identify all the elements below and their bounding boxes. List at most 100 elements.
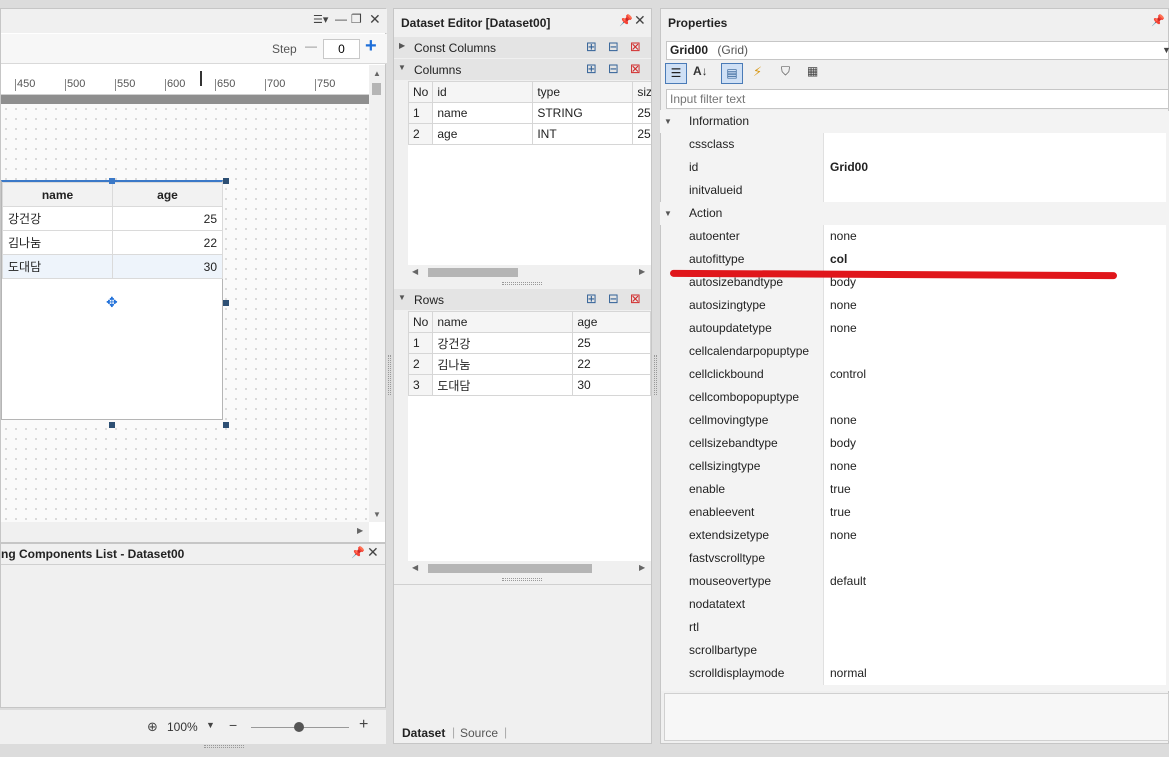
design-vertical-scrollbar[interactable]: ▲ ▼ [369, 65, 385, 522]
property-row[interactable]: cellsizingtype none [676, 455, 1166, 478]
close-icon[interactable]: ✕ [367, 544, 379, 561]
table-row[interactable]: 1 강건강 25 [408, 332, 651, 354]
scroll-up-icon[interactable]: ▲ [373, 69, 381, 78]
property-row[interactable]: nodatatext [676, 593, 1166, 616]
scroll-thumb[interactable] [428, 268, 518, 277]
col-header-id[interactable]: id [432, 81, 534, 103]
properties-view-icon[interactable]: ▤ [721, 63, 743, 84]
grid00-header-name[interactable]: name [2, 182, 113, 207]
cell-size[interactable]: 256 [632, 123, 651, 145]
selection-handle[interactable] [109, 422, 115, 428]
row-header-no[interactable]: No [408, 311, 434, 333]
scroll-thumb[interactable] [372, 83, 381, 95]
property-row[interactable]: initvalueid [676, 179, 1166, 202]
add-row-icon[interactable]: ⊞ [586, 39, 597, 55]
property-value[interactable]: none [824, 524, 1166, 547]
minimize-icon[interactable]: — [335, 12, 347, 26]
scroll-right-icon[interactable]: ▶ [639, 267, 645, 276]
property-value[interactable]: none [824, 294, 1166, 317]
property-value[interactable]: none [824, 455, 1166, 478]
property-value[interactable]: none [824, 409, 1166, 432]
move-handle-icon[interactable]: ✥ [106, 294, 118, 311]
table-row[interactable]: 2 김나눔 22 [408, 353, 651, 375]
cell-name[interactable]: 강건강 [432, 332, 574, 354]
const-columns-header[interactable]: ▶ Const Columns ⊞ ⊟ ⊠ [394, 37, 651, 58]
row-header-age[interactable]: age [572, 311, 651, 333]
property-value[interactable]: col [824, 248, 1166, 271]
scroll-left-icon[interactable]: ◀ [412, 563, 418, 572]
cell-age[interactable]: 30 [572, 374, 651, 396]
add-row-icon[interactable]: ⊞ [586, 291, 597, 307]
grid00-row[interactable]: 김나눔 22 [2, 230, 223, 255]
col-header-no[interactable]: No [408, 81, 434, 103]
cell-type[interactable]: INT [532, 123, 634, 145]
property-row[interactable]: rtl [676, 616, 1166, 639]
zoom-slider-thumb[interactable] [294, 722, 304, 732]
scroll-left-icon[interactable]: ◀ [412, 267, 418, 276]
events-view-icon[interactable]: ⚡ [753, 64, 762, 80]
columns-hscrollbar[interactable]: ◀ ▶ [408, 265, 651, 279]
col-header-size[interactable]: size [632, 81, 651, 103]
close-icon[interactable]: ✕ [634, 12, 646, 29]
vertical-splitter[interactable] [654, 355, 657, 395]
tab-source[interactable]: Source [460, 726, 498, 740]
cell-name[interactable]: 김나눔 [432, 353, 574, 375]
rows-hscrollbar[interactable]: ◀ ▶ [408, 561, 651, 575]
filter-icon[interactable]: ⛉ [781, 64, 790, 79]
property-value[interactable]: true [824, 501, 1166, 524]
property-value[interactable] [824, 616, 1166, 639]
property-value[interactable] [824, 386, 1166, 409]
restore-icon[interactable]: ❐ [351, 12, 362, 26]
insert-row-icon[interactable]: ⊟ [608, 61, 619, 77]
design-horizontal-scrollbar[interactable]: ▶ [1, 522, 369, 542]
zoom-in-icon[interactable]: + [359, 716, 368, 734]
property-row[interactable]: fastvscrolltype [676, 547, 1166, 570]
property-value[interactable]: none [824, 225, 1166, 248]
property-value[interactable]: control [824, 363, 1166, 386]
add-row-icon[interactable]: ⊞ [586, 61, 597, 77]
grid00-cell-name[interactable]: 강건강 [2, 206, 113, 231]
property-row[interactable]: cellcalendarpopuptype [676, 340, 1166, 363]
object-selector[interactable]: Grid00 (Grid) ▼ [666, 41, 1169, 60]
property-value[interactable]: normal [824, 662, 1166, 685]
close-icon[interactable]: ✕ [369, 11, 381, 28]
table-row[interactable]: 3 도대담 30 [408, 374, 651, 396]
chevron-down-icon[interactable]: ▼ [1162, 42, 1169, 59]
collapse-icon[interactable]: ▼ [398, 63, 406, 72]
step-minus-icon[interactable]: — [305, 39, 317, 53]
vertical-splitter[interactable] [388, 355, 391, 395]
menu-dropdown-icon[interactable]: ☰▾ [313, 13, 328, 26]
property-row[interactable]: scrollbartype [676, 639, 1166, 662]
property-row[interactable]: id Grid00 [676, 156, 1166, 179]
row-header-name[interactable]: name [432, 311, 574, 333]
delete-row-icon[interactable]: ⊠ [630, 291, 641, 307]
property-row[interactable]: autosizingtype none [676, 294, 1166, 317]
table-row[interactable]: 1 name STRING 256 [408, 102, 651, 124]
property-row[interactable]: autoupdatetype none [676, 317, 1166, 340]
property-row[interactable]: cellmovingtype none [676, 409, 1166, 432]
selection-handle[interactable] [223, 178, 229, 184]
property-value[interactable]: true [824, 478, 1166, 501]
insert-row-icon[interactable]: ⊟ [608, 291, 619, 307]
grid00-cell-age[interactable]: 30 [112, 254, 223, 279]
collapse-icon[interactable]: ▼ [664, 110, 672, 133]
property-row[interactable]: cellcombopopuptype [676, 386, 1166, 409]
table-row[interactable]: 2 age INT 256 [408, 123, 651, 145]
property-row[interactable]: extendsizetype none [676, 524, 1166, 547]
scroll-right-icon[interactable]: ▶ [639, 563, 645, 572]
grid00-row[interactable]: 도대담 30 [2, 254, 223, 279]
categorized-view-icon[interactable]: ☰ [665, 63, 687, 84]
selection-handle[interactable] [223, 422, 229, 428]
init-icon[interactable]: ▦ [807, 64, 818, 78]
scroll-thumb[interactable] [428, 564, 592, 573]
step-plus-icon[interactable]: + [365, 35, 377, 58]
collapse-icon[interactable]: ▼ [664, 202, 672, 225]
grid00-row[interactable]: 강건강 25 [2, 206, 223, 231]
category-action[interactable]: ▼ Action [660, 202, 1168, 225]
zoom-dropdown-icon[interactable]: ▼ [206, 720, 215, 730]
selection-handle[interactable] [223, 300, 229, 306]
scroll-down-icon[interactable]: ▼ [373, 510, 381, 519]
cell-name[interactable]: 도대담 [432, 374, 574, 396]
property-row[interactable]: enable true [676, 478, 1166, 501]
columns-header[interactable]: ▼ Columns ⊞ ⊟ ⊠ [394, 59, 651, 80]
